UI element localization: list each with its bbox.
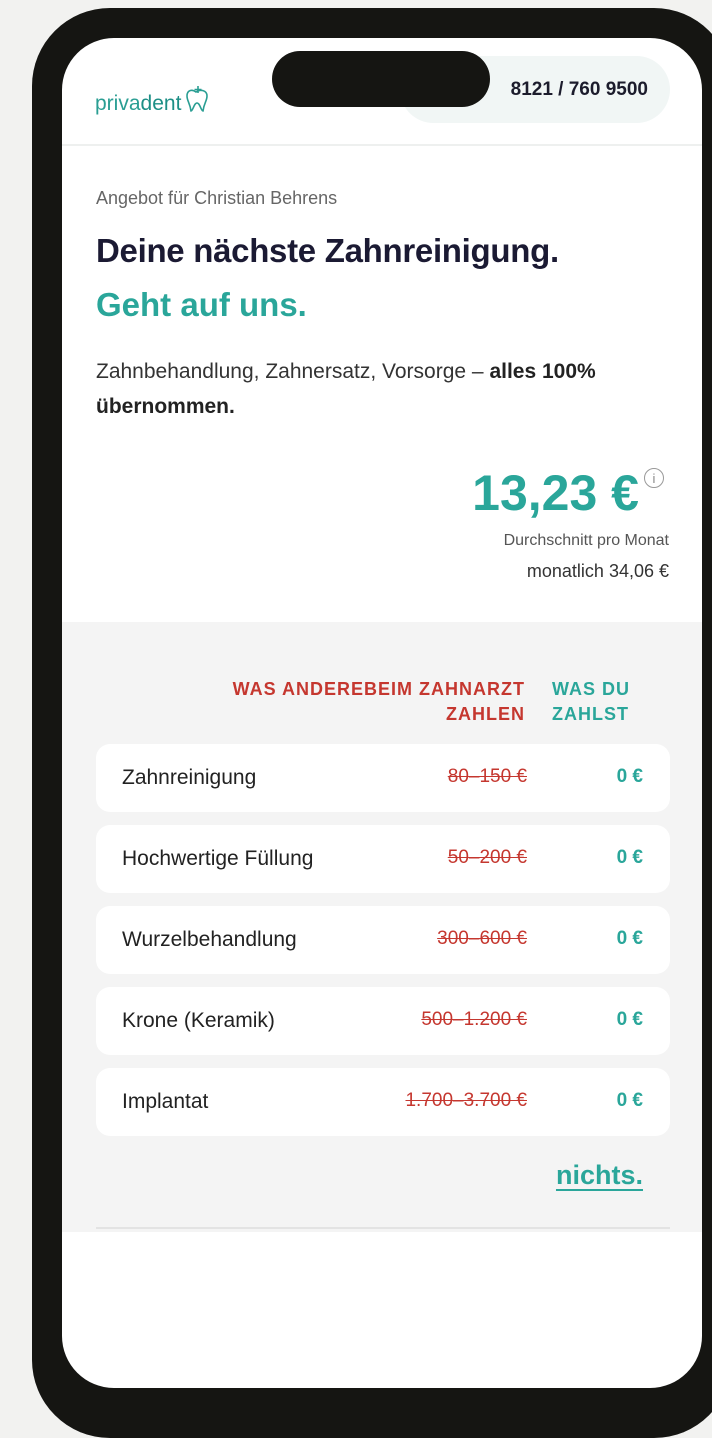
your-price: 0 € [616, 766, 643, 787]
logo-suffix: dent [140, 92, 182, 115]
average-label: Durchschnitt pro Monat [503, 532, 669, 549]
your-price: 0 € [616, 1009, 643, 1030]
others-price: 1.700–3.700 € [405, 1090, 527, 1111]
treatment-name: Krone (Keramik) [122, 1009, 275, 1032]
treatment-name: Wurzelbehandlung [122, 928, 297, 951]
nothing-link[interactable]: nichts. [556, 1160, 643, 1191]
tooth-icon [182, 84, 212, 120]
others-price: 50–200 € [447, 847, 527, 868]
page-subtitle: Geht auf uns. [96, 286, 307, 323]
offer-recipient: Angebot für Christian Behrens [96, 188, 338, 208]
comparison-section: WAS ANDEREBEIM ZAHNARZT ZAHLEN WAS DU ZA… [62, 622, 702, 1232]
comparison-row: Implantat 1.700–3.700 € 0 € [96, 1068, 670, 1136]
your-price: 0 € [616, 1090, 643, 1111]
others-price: 500–1.200 € [421, 1009, 527, 1030]
dynamic-island [272, 51, 490, 107]
description-text: Zahnbehandlung, Zahnersatz, Vorsorge – [96, 360, 490, 383]
your-price: 0 € [616, 847, 643, 868]
treatment-name: Zahnreinigung [122, 766, 257, 789]
treatment-name: Implantat [122, 1090, 209, 1113]
comparison-row: Hochwertige Füllung 50–200 € 0 € [96, 825, 670, 893]
info-icon[interactable]: i [644, 468, 664, 488]
page-title: Deine nächste Zahnreinigung. [96, 232, 559, 269]
comparison-row: Krone (Keramik) 500–1.200 € 0 € [96, 987, 670, 1055]
comparison-row: Wurzelbehandlung 300–600 € 0 € [96, 906, 670, 974]
treatment-name: Hochwertige Füllung [122, 847, 314, 870]
screen: privadent 8121 / 760 9500 Angebot für Ch… [62, 38, 702, 1388]
privadent-logo[interactable]: privadent [95, 84, 212, 120]
hero-description: Zahnbehandlung, Zahnersatz, Vorsorge – a… [96, 354, 666, 424]
monthly-amount: monatlich 34,06 € [526, 561, 669, 581]
others-price: 80–150 € [447, 766, 527, 787]
logo-prefix: priva [95, 92, 141, 115]
your-price: 0 € [616, 928, 643, 949]
phone-number: 8121 / 760 9500 [510, 79, 648, 100]
monthly-price: 13,23 € [472, 465, 639, 521]
column-header-others: WAS ANDEREBEIM ZAHNARZT ZAHLEN [232, 679, 525, 724]
section-divider [96, 1227, 670, 1229]
comparison-row: Zahnreinigung 80–150 € 0 € [96, 744, 670, 812]
column-header-you: WAS DU ZAHLST [552, 679, 630, 724]
others-price: 300–600 € [437, 928, 527, 949]
